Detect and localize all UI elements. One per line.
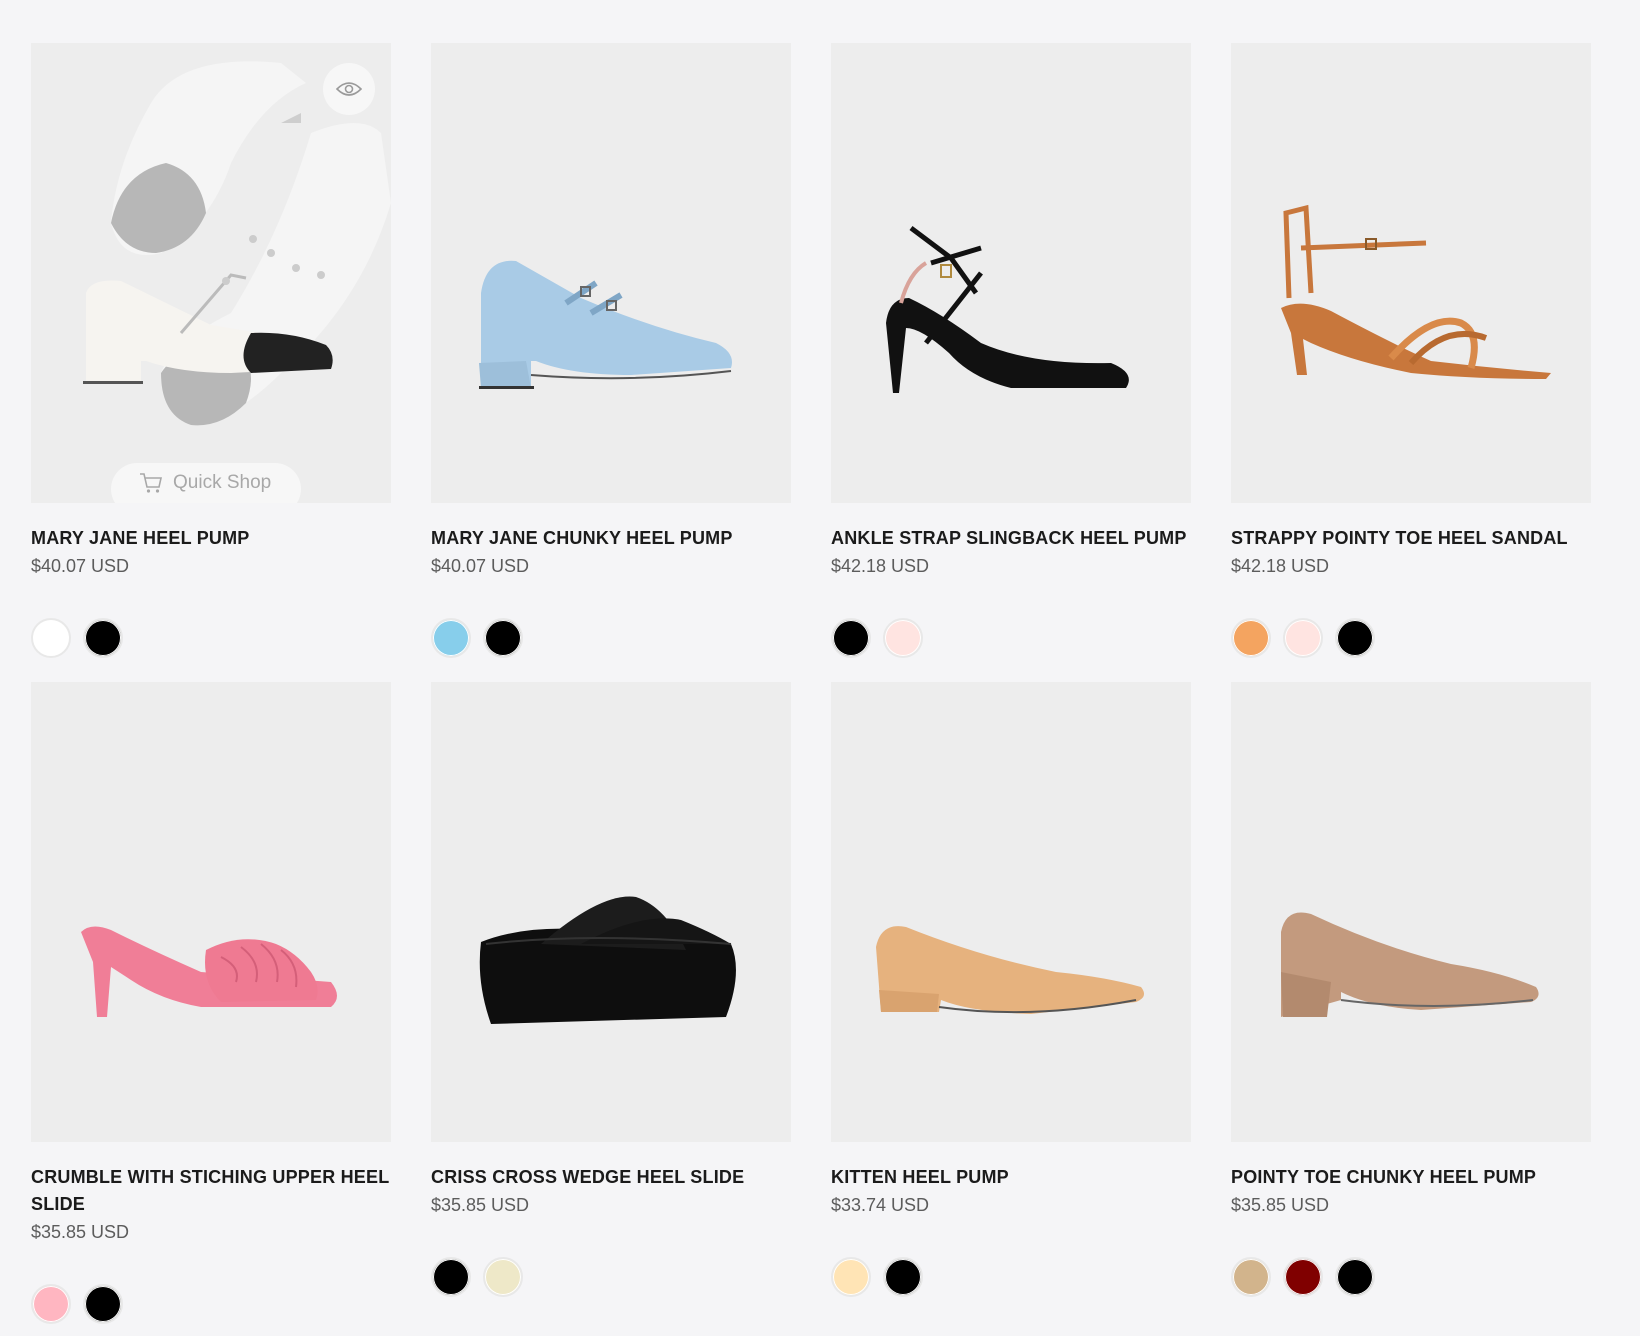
color-swatch[interactable]	[883, 618, 923, 658]
product-card[interactable]: MARY JANE CHUNKY HEEL PUMP $40.07 USD	[431, 43, 791, 658]
color-swatch[interactable]	[831, 618, 871, 658]
shoe-image-kitten-heel	[876, 926, 1145, 1014]
product-card[interactable]: KITTEN HEEL PUMP $33.74 USD	[831, 682, 1191, 1324]
color-swatch[interactable]	[31, 1284, 71, 1324]
product-price: $33.74 USD	[831, 1195, 930, 1215]
product-price: $40.07 USD	[31, 556, 130, 576]
product-image[interactable]: Quick Shop	[31, 43, 391, 503]
color-swatches	[31, 1284, 391, 1324]
eye-icon	[336, 82, 362, 96]
color-swatch[interactable]	[1335, 1257, 1375, 1297]
product-card[interactable]: STRAPPY POINTY TOE HEEL SANDAL $42.18 US…	[1231, 43, 1591, 658]
product-price: $40.07 USD	[431, 556, 530, 576]
color-swatches	[1231, 618, 1591, 658]
product-image[interactable]	[831, 43, 1191, 503]
product-image[interactable]	[31, 682, 391, 1142]
product-title[interactable]: MARY JANE CHUNKY HEEL PUMP	[431, 525, 791, 552]
color-swatch[interactable]	[431, 1257, 471, 1297]
product-price: $35.85 USD	[31, 1222, 130, 1242]
color-swatches	[831, 618, 1191, 658]
product-title[interactable]: ANKLE STRAP SLINGBACK HEEL PUMP	[831, 525, 1191, 552]
color-swatch[interactable]	[1283, 1257, 1323, 1297]
shoe-image-wedge-slide	[479, 896, 736, 1024]
product-price: $35.85 USD	[431, 1195, 530, 1215]
product-title[interactable]: CRISS CROSS WEDGE HEEL SLIDE	[431, 1164, 791, 1191]
color-swatch[interactable]	[1335, 618, 1375, 658]
product-title[interactable]: POINTY TOE CHUNKY HEEL PUMP	[1231, 1164, 1591, 1191]
product-image[interactable]	[1231, 43, 1591, 503]
color-swatches	[431, 618, 791, 658]
color-swatch[interactable]	[83, 1284, 123, 1324]
product-card[interactable]: POINTY TOE CHUNKY HEEL PUMP $35.85 USD	[1231, 682, 1591, 1324]
quick-shop-button[interactable]: Quick Shop	[111, 463, 302, 503]
product-price: $42.18 USD	[831, 556, 930, 576]
product-card[interactable]: CRISS CROSS WEDGE HEEL SLIDE $35.85 USD	[431, 682, 791, 1324]
product-title[interactable]: MARY JANE HEEL PUMP	[31, 525, 391, 552]
product-title[interactable]: STRAPPY POINTY TOE HEEL SANDAL	[1231, 525, 1591, 552]
product-card[interactable]: ANKLE STRAP SLINGBACK HEEL PUMP $42.18 U…	[831, 43, 1191, 658]
product-image[interactable]	[831, 682, 1191, 1142]
color-swatch[interactable]	[1283, 618, 1323, 658]
shoe-image-crumble-slide	[81, 926, 337, 1017]
product-card[interactable]: CRUMBLE WITH STICHING UPPER HEEL SLIDE $…	[31, 682, 391, 1324]
cart-icon	[140, 473, 162, 493]
color-swatches	[831, 1257, 1191, 1297]
shoe-image-pointy-chunky	[1281, 912, 1539, 1017]
color-swatch[interactable]	[831, 1257, 871, 1297]
color-swatches	[1231, 1257, 1591, 1297]
product-image[interactable]	[431, 43, 791, 503]
color-swatch[interactable]	[483, 618, 523, 658]
color-swatch[interactable]	[1231, 1257, 1271, 1297]
shoe-image-mary-jane-chunky	[479, 260, 732, 389]
product-image[interactable]	[1231, 682, 1591, 1142]
color-swatch[interactable]	[483, 1257, 523, 1297]
shoe-image-strappy-sandal	[1281, 204, 1551, 379]
color-swatch[interactable]	[883, 1257, 923, 1297]
product-image[interactable]	[431, 682, 791, 1142]
product-price: $42.18 USD	[1231, 556, 1330, 576]
color-swatches	[31, 618, 391, 658]
product-card[interactable]: Quick Shop MARY JANE HEEL PUMP $40.07 US…	[31, 43, 391, 658]
product-title[interactable]: KITTEN HEEL PUMP	[831, 1164, 1191, 1191]
color-swatch[interactable]	[83, 618, 123, 658]
color-swatch[interactable]	[431, 618, 471, 658]
color-swatches	[431, 1257, 791, 1297]
quick-shop-label: Quick Shop	[173, 472, 272, 493]
color-swatch[interactable]	[31, 618, 71, 658]
shoe-image-slingback	[886, 226, 1129, 393]
product-price: $35.85 USD	[1231, 1195, 1330, 1215]
product-grid: Quick Shop MARY JANE HEEL PUMP $40.07 US…	[0, 0, 1640, 1324]
product-title[interactable]: CRUMBLE WITH STICHING UPPER HEEL SLIDE	[31, 1164, 391, 1218]
color-swatch[interactable]	[1231, 618, 1271, 658]
quick-view-button[interactable]	[323, 63, 375, 115]
